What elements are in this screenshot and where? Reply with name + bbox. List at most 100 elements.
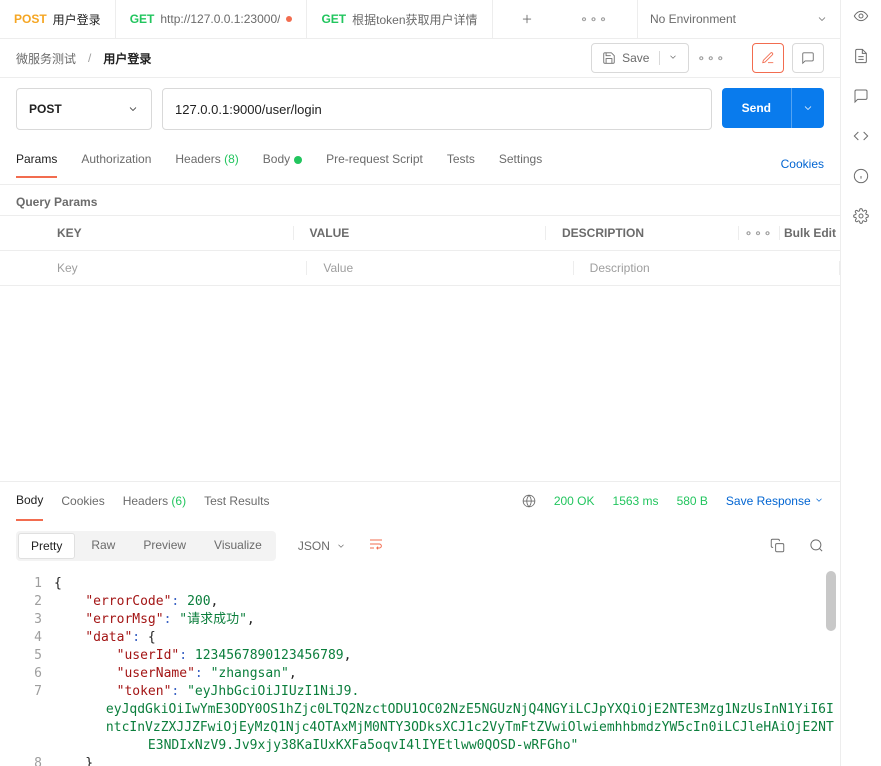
th-key: KEY	[41, 226, 294, 240]
docs-icon[interactable]	[853, 48, 869, 64]
response-time: 1563 ms	[613, 494, 659, 508]
headers-count: (8)	[224, 152, 239, 166]
wrap-icon	[368, 536, 384, 552]
comment-button[interactable]	[792, 43, 824, 73]
resp-tab-headers[interactable]: Headers (6)	[123, 482, 186, 520]
view-visualize[interactable]: Visualize	[200, 531, 276, 561]
resp-tab-body[interactable]: Body	[16, 481, 43, 521]
response-body[interactable]: 1{ 2 "errorCode": 200, 3 "errorMsg": "请求…	[0, 571, 840, 766]
more-actions-button[interactable]: ∘∘∘	[697, 51, 726, 65]
pencil-icon	[761, 51, 775, 65]
code-icon[interactable]	[853, 128, 869, 144]
format-label: JSON	[298, 539, 330, 553]
send-label: Send	[722, 88, 791, 128]
query-params-title: Query Params	[0, 185, 840, 215]
query-params-table: KEY VALUE DESCRIPTION ∘∘∘ Bulk Edit Key …	[0, 215, 840, 286]
th-value: VALUE	[294, 226, 547, 240]
save-response-button[interactable]: Save Response	[726, 494, 824, 508]
tab-body[interactable]: Body	[263, 152, 302, 176]
url-value: 127.0.0.1:9000/user/login	[175, 102, 322, 117]
table-header-row: KEY VALUE DESCRIPTION ∘∘∘ Bulk Edit	[0, 216, 840, 251]
settings-icon[interactable]	[853, 208, 869, 224]
tab-prerequest[interactable]: Pre-request Script	[326, 152, 423, 176]
environment-selector[interactable]: No Environment	[637, 0, 840, 38]
save-label: Save	[622, 51, 649, 65]
description-input[interactable]: Description	[574, 261, 840, 275]
tab-headers[interactable]: Headers (8)	[175, 152, 238, 176]
comment-icon	[801, 51, 815, 65]
breadcrumb-current: 用户登录	[103, 50, 151, 67]
save-response-label: Save Response	[726, 494, 811, 508]
cookies-link[interactable]: Cookies	[781, 157, 824, 171]
new-tab-button[interactable]	[493, 0, 561, 38]
edit-button[interactable]	[752, 43, 784, 73]
breadcrumb-bar: 微服务测试 / 用户登录 Save ∘∘∘	[0, 39, 840, 78]
info-icon[interactable]	[853, 168, 869, 184]
environment-label: No Environment	[650, 12, 736, 26]
method-badge: GET	[321, 12, 346, 26]
headers-label: Headers	[175, 152, 220, 166]
table-row[interactable]: Key Value Description	[0, 251, 840, 286]
status-code: 200 OK	[554, 494, 595, 508]
view-preview[interactable]: Preview	[129, 531, 200, 561]
save-button[interactable]: Save	[591, 43, 689, 73]
tab-get-user-by-token[interactable]: GET 根据token获取用户详情	[307, 0, 492, 38]
chevron-down-icon	[802, 102, 814, 114]
save-icon	[602, 51, 616, 65]
unsaved-dot-icon	[286, 16, 292, 22]
copy-icon[interactable]	[770, 538, 785, 553]
response-toolbar: Pretty Raw Preview Visualize JSON	[0, 520, 840, 571]
scrollbar[interactable]	[826, 571, 836, 631]
chevron-down-icon	[668, 52, 678, 62]
body-label: Body	[263, 152, 290, 166]
view-pretty[interactable]: Pretty	[18, 533, 75, 559]
column-options-button[interactable]: ∘∘∘	[745, 226, 774, 240]
chevron-down-icon	[127, 103, 139, 115]
tab-tests[interactable]: Tests	[447, 152, 475, 176]
tab-title: 用户登录	[53, 11, 101, 28]
save-dropdown[interactable]	[659, 51, 678, 65]
breadcrumb-sep: /	[88, 51, 91, 65]
th-description: DESCRIPTION	[546, 226, 739, 240]
format-select[interactable]: JSON	[288, 533, 356, 559]
response-size: 580 B	[677, 494, 708, 508]
eye-icon[interactable]	[853, 8, 869, 24]
wrap-lines-button[interactable]	[360, 530, 392, 561]
tab-settings[interactable]: Settings	[499, 152, 542, 176]
globe-icon[interactable]	[522, 494, 536, 508]
key-input[interactable]: Key	[41, 261, 307, 275]
search-icon[interactable]	[809, 538, 824, 553]
breadcrumb-parent[interactable]: 微服务测试	[16, 50, 76, 67]
method-badge: GET	[130, 12, 155, 26]
send-button[interactable]: Send	[722, 88, 824, 128]
url-input[interactable]: 127.0.0.1:9000/user/login	[162, 88, 712, 130]
resp-tab-testresults[interactable]: Test Results	[204, 482, 269, 520]
tabs-more-button[interactable]: ∘∘∘	[561, 0, 629, 38]
comments-icon[interactable]	[853, 88, 869, 104]
tab-title: http://127.0.0.1:23000/	[160, 12, 280, 26]
method-value: POST	[29, 102, 62, 116]
value-input[interactable]: Value	[307, 261, 573, 275]
chevron-down-icon	[814, 495, 824, 505]
right-rail	[840, 0, 881, 766]
chevron-down-icon	[336, 541, 346, 551]
request-tabs: POST 用户登录 GET http://127.0.0.1:23000/ GE…	[0, 0, 840, 39]
resp-tab-cookies[interactable]: Cookies	[61, 482, 104, 520]
send-dropdown[interactable]	[791, 88, 824, 128]
method-badge: POST	[14, 12, 47, 26]
chevron-down-icon	[816, 13, 828, 25]
resp-headers-count: (6)	[171, 494, 186, 508]
method-select[interactable]: POST	[16, 88, 152, 130]
resp-headers-label: Headers	[123, 494, 168, 508]
tab-params[interactable]: Params	[16, 152, 57, 178]
tab-http-local[interactable]: GET http://127.0.0.1:23000/	[116, 0, 308, 38]
tab-authorization[interactable]: Authorization	[81, 152, 151, 176]
response-tabs: Body Cookies Headers (6) Test Results 20…	[0, 481, 840, 520]
tab-user-login[interactable]: POST 用户登录	[0, 0, 116, 38]
tab-title: 根据token获取用户详情	[352, 11, 477, 28]
view-raw[interactable]: Raw	[77, 531, 129, 561]
request-subtabs: Params Authorization Headers (8) Body Pr…	[0, 134, 840, 185]
url-bar: POST 127.0.0.1:9000/user/login Send	[0, 78, 840, 134]
bulk-edit-button[interactable]: Bulk Edit	[784, 226, 836, 240]
view-mode-segment: Pretty Raw Preview Visualize	[16, 531, 276, 561]
